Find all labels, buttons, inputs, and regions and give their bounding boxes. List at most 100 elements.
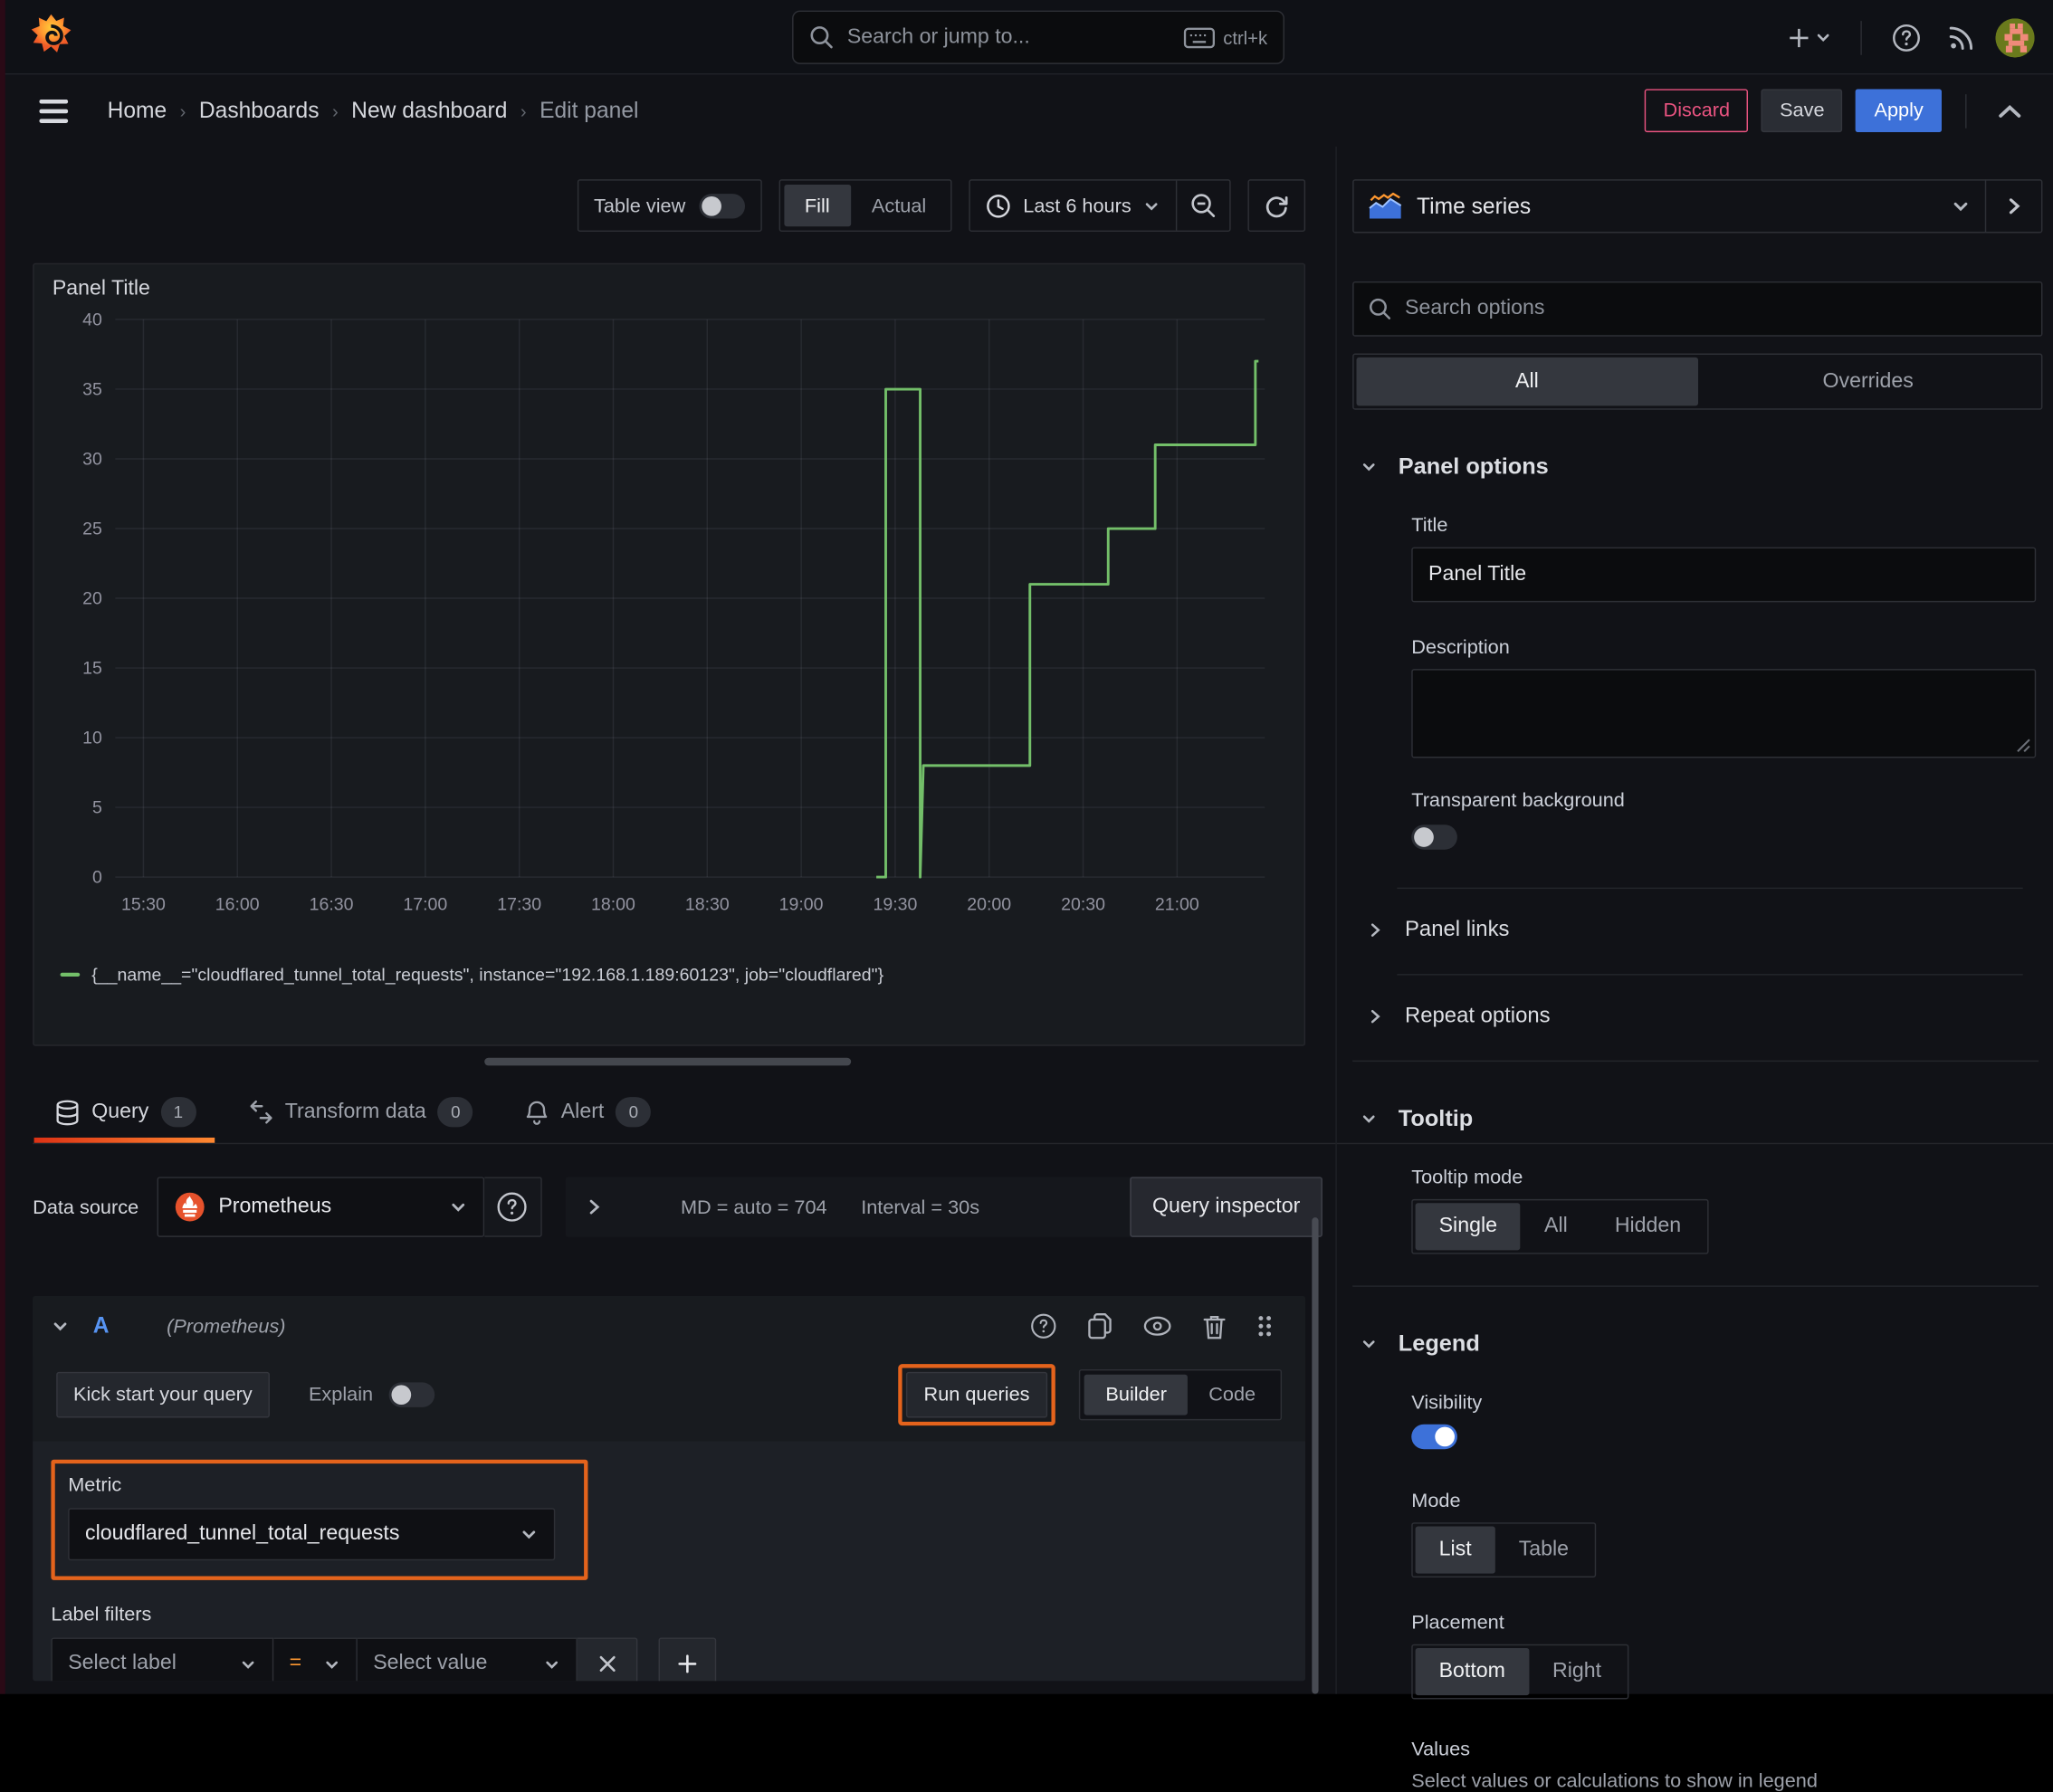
user-avatar[interactable] <box>1995 17 2035 57</box>
panel-links-section[interactable]: Panel links <box>1369 918 2043 942</box>
panel-title-input[interactable] <box>1411 547 2037 603</box>
grafana-logo-icon[interactable] <box>26 12 76 62</box>
datasource-help-button[interactable] <box>483 1177 542 1237</box>
kick-start-button[interactable]: Kick start your query <box>56 1371 270 1418</box>
chevron-down-icon <box>546 1660 559 1669</box>
divider <box>1397 887 2023 890</box>
close-icon <box>598 1655 615 1672</box>
table-view-control: Table view <box>577 179 762 233</box>
tooltip-mode-label: Tooltip mode <box>1411 1166 1523 1189</box>
run-queries-button[interactable]: Run queries <box>905 1371 1048 1418</box>
series-label[interactable]: {__name__="cloudflared_tunnel_total_requ… <box>91 965 883 985</box>
collapse-options-pane-button[interactable] <box>1986 179 2041 233</box>
tab-all[interactable]: All <box>1356 357 1698 406</box>
transparent-background-toggle[interactable] <box>1411 825 1457 850</box>
select-value-dropdown[interactable]: Select value <box>357 1637 578 1682</box>
add-new-button[interactable] <box>1781 19 1837 55</box>
breadcrumb-home[interactable]: Home <box>108 98 167 124</box>
remove-filter-button[interactable] <box>577 1637 638 1682</box>
y-axis-tick: 40 <box>82 310 102 329</box>
divider <box>1397 974 2023 976</box>
repeat-options-section[interactable]: Repeat options <box>1369 1004 2043 1028</box>
visualization-picker[interactable]: Time series <box>1354 191 1985 221</box>
placement-bottom[interactable]: Bottom <box>1415 1648 1529 1696</box>
tab-overrides[interactable]: Overrides <box>1697 357 2039 406</box>
query-builder-body: Metric cloudflared_tunnel_total_requests… <box>33 1441 1306 1682</box>
builder-option[interactable]: Builder <box>1084 1374 1189 1415</box>
help-button[interactable] <box>1886 16 1927 58</box>
legend-mode-list[interactable]: List <box>1415 1526 1495 1574</box>
query-options-bar[interactable]: MD = auto = 704 Interval = 30s <box>565 1177 1136 1237</box>
toggle-visibility-icon[interactable] <box>1141 1313 1173 1339</box>
chevron-down-icon <box>1362 463 1375 472</box>
save-button[interactable]: Save <box>1761 89 1843 133</box>
duplicate-query-icon[interactable] <box>1087 1311 1113 1340</box>
panel-options-header[interactable]: Panel options <box>1361 453 2043 480</box>
pane-resize-handle[interactable] <box>484 1057 852 1066</box>
tab-alert[interactable]: Alert 0 <box>523 1097 662 1143</box>
tab-label: Alert <box>560 1100 605 1123</box>
tooltip-mode-all[interactable]: All <box>1521 1203 1591 1250</box>
apply-button[interactable]: Apply <box>1856 89 1943 133</box>
refresh-button[interactable] <box>1247 179 1306 233</box>
query-inspector-button[interactable]: Query inspector <box>1130 1177 1323 1237</box>
delete-query-icon[interactable] <box>1202 1312 1227 1339</box>
datasource-row: Data source Prometheus MD = auto = 704 I… <box>33 1177 1323 1237</box>
prometheus-icon <box>175 1192 205 1222</box>
divider <box>1965 93 1967 129</box>
zoom-out-button[interactable] <box>1177 181 1229 231</box>
datasource-value: Prometheus <box>218 1195 332 1218</box>
select-label-dropdown[interactable]: Select label <box>51 1637 274 1682</box>
tooltip-mode-single[interactable]: Single <box>1415 1203 1522 1251</box>
top-nav: Search or jump to... ctrl+k <box>0 0 2053 75</box>
tab-badge: 0 <box>616 1097 652 1128</box>
news-button[interactable] <box>1941 16 1982 58</box>
query-ref-id[interactable]: A <box>93 1313 110 1339</box>
explain-toggle[interactable] <box>388 1382 435 1407</box>
breadcrumb-new-dashboard[interactable]: New dashboard <box>351 98 507 124</box>
options-search-input[interactable]: Search options <box>1352 281 2043 337</box>
tab-query[interactable]: Query 1 <box>33 1097 214 1143</box>
fill-option[interactable]: Fill <box>783 184 851 227</box>
tooltip-section-header[interactable]: Tooltip <box>1361 1105 2043 1132</box>
description-textarea[interactable] <box>1411 669 2037 758</box>
clock-icon <box>987 194 1011 217</box>
mega-menu-button[interactable] <box>32 89 76 133</box>
tab-transform-data[interactable]: Transform data 0 <box>245 1097 483 1143</box>
x-axis-tick: 18:00 <box>591 894 635 914</box>
breadcrumb-dashboards[interactable]: Dashboards <box>199 98 320 124</box>
legend-section-header[interactable]: Legend <box>1361 1330 2043 1358</box>
y-axis-tick: 30 <box>82 449 102 469</box>
select-label-placeholder: Select label <box>68 1652 177 1674</box>
query-help-icon[interactable] <box>1029 1311 1058 1340</box>
legend-body: Visibility Mode List Table Placement Bot… <box>1352 1392 2042 1792</box>
time-range-picker[interactable]: Last 6 hours <box>970 193 1175 217</box>
panel-title[interactable]: Panel Title <box>50 278 1288 301</box>
actual-option[interactable]: Actual <box>851 185 948 226</box>
time-range-label: Last 6 hours <box>1023 194 1132 217</box>
tooltip-mode-hidden[interactable]: Hidden <box>1591 1203 1704 1250</box>
zoom-out-icon <box>1191 194 1216 217</box>
drag-handle-icon[interactable] <box>1256 1313 1274 1339</box>
chevron-down-icon <box>1145 202 1158 210</box>
operator-dropdown[interactable]: = <box>273 1637 358 1682</box>
time-series-chart[interactable]: 0 5 10 15 20 25 30 35 40 15:30 16:00 16:30 17:00 17:3… <box>50 301 1291 956</box>
options-search-placeholder: Search options <box>1405 297 1545 319</box>
legend-visibility-toggle[interactable] <box>1411 1424 1457 1450</box>
bell-icon <box>527 1101 548 1125</box>
placement-right[interactable]: Right <box>1529 1648 1625 1695</box>
code-option[interactable]: Code <box>1188 1375 1276 1415</box>
discard-button[interactable]: Discard <box>1645 89 1749 133</box>
add-filter-button[interactable] <box>658 1637 717 1682</box>
legend-mode-table[interactable]: Table <box>1495 1527 1592 1574</box>
global-search-input[interactable]: Search or jump to... ctrl+k <box>792 10 1284 64</box>
scrollbar-thumb[interactable] <box>1312 1217 1319 1694</box>
collapse-query-chevron-icon[interactable] <box>51 1317 69 1335</box>
metric-select[interactable]: cloudflared_tunnel_total_requests <box>68 1508 556 1561</box>
resize-corner-icon[interactable] <box>2016 739 2030 753</box>
table-view-toggle[interactable] <box>698 193 745 218</box>
transparent-background-label: Transparent background <box>1411 789 1625 812</box>
divider <box>1352 1060 2039 1063</box>
collapse-header-button[interactable] <box>1991 103 2029 119</box>
datasource-picker[interactable]: Prometheus <box>157 1177 484 1237</box>
